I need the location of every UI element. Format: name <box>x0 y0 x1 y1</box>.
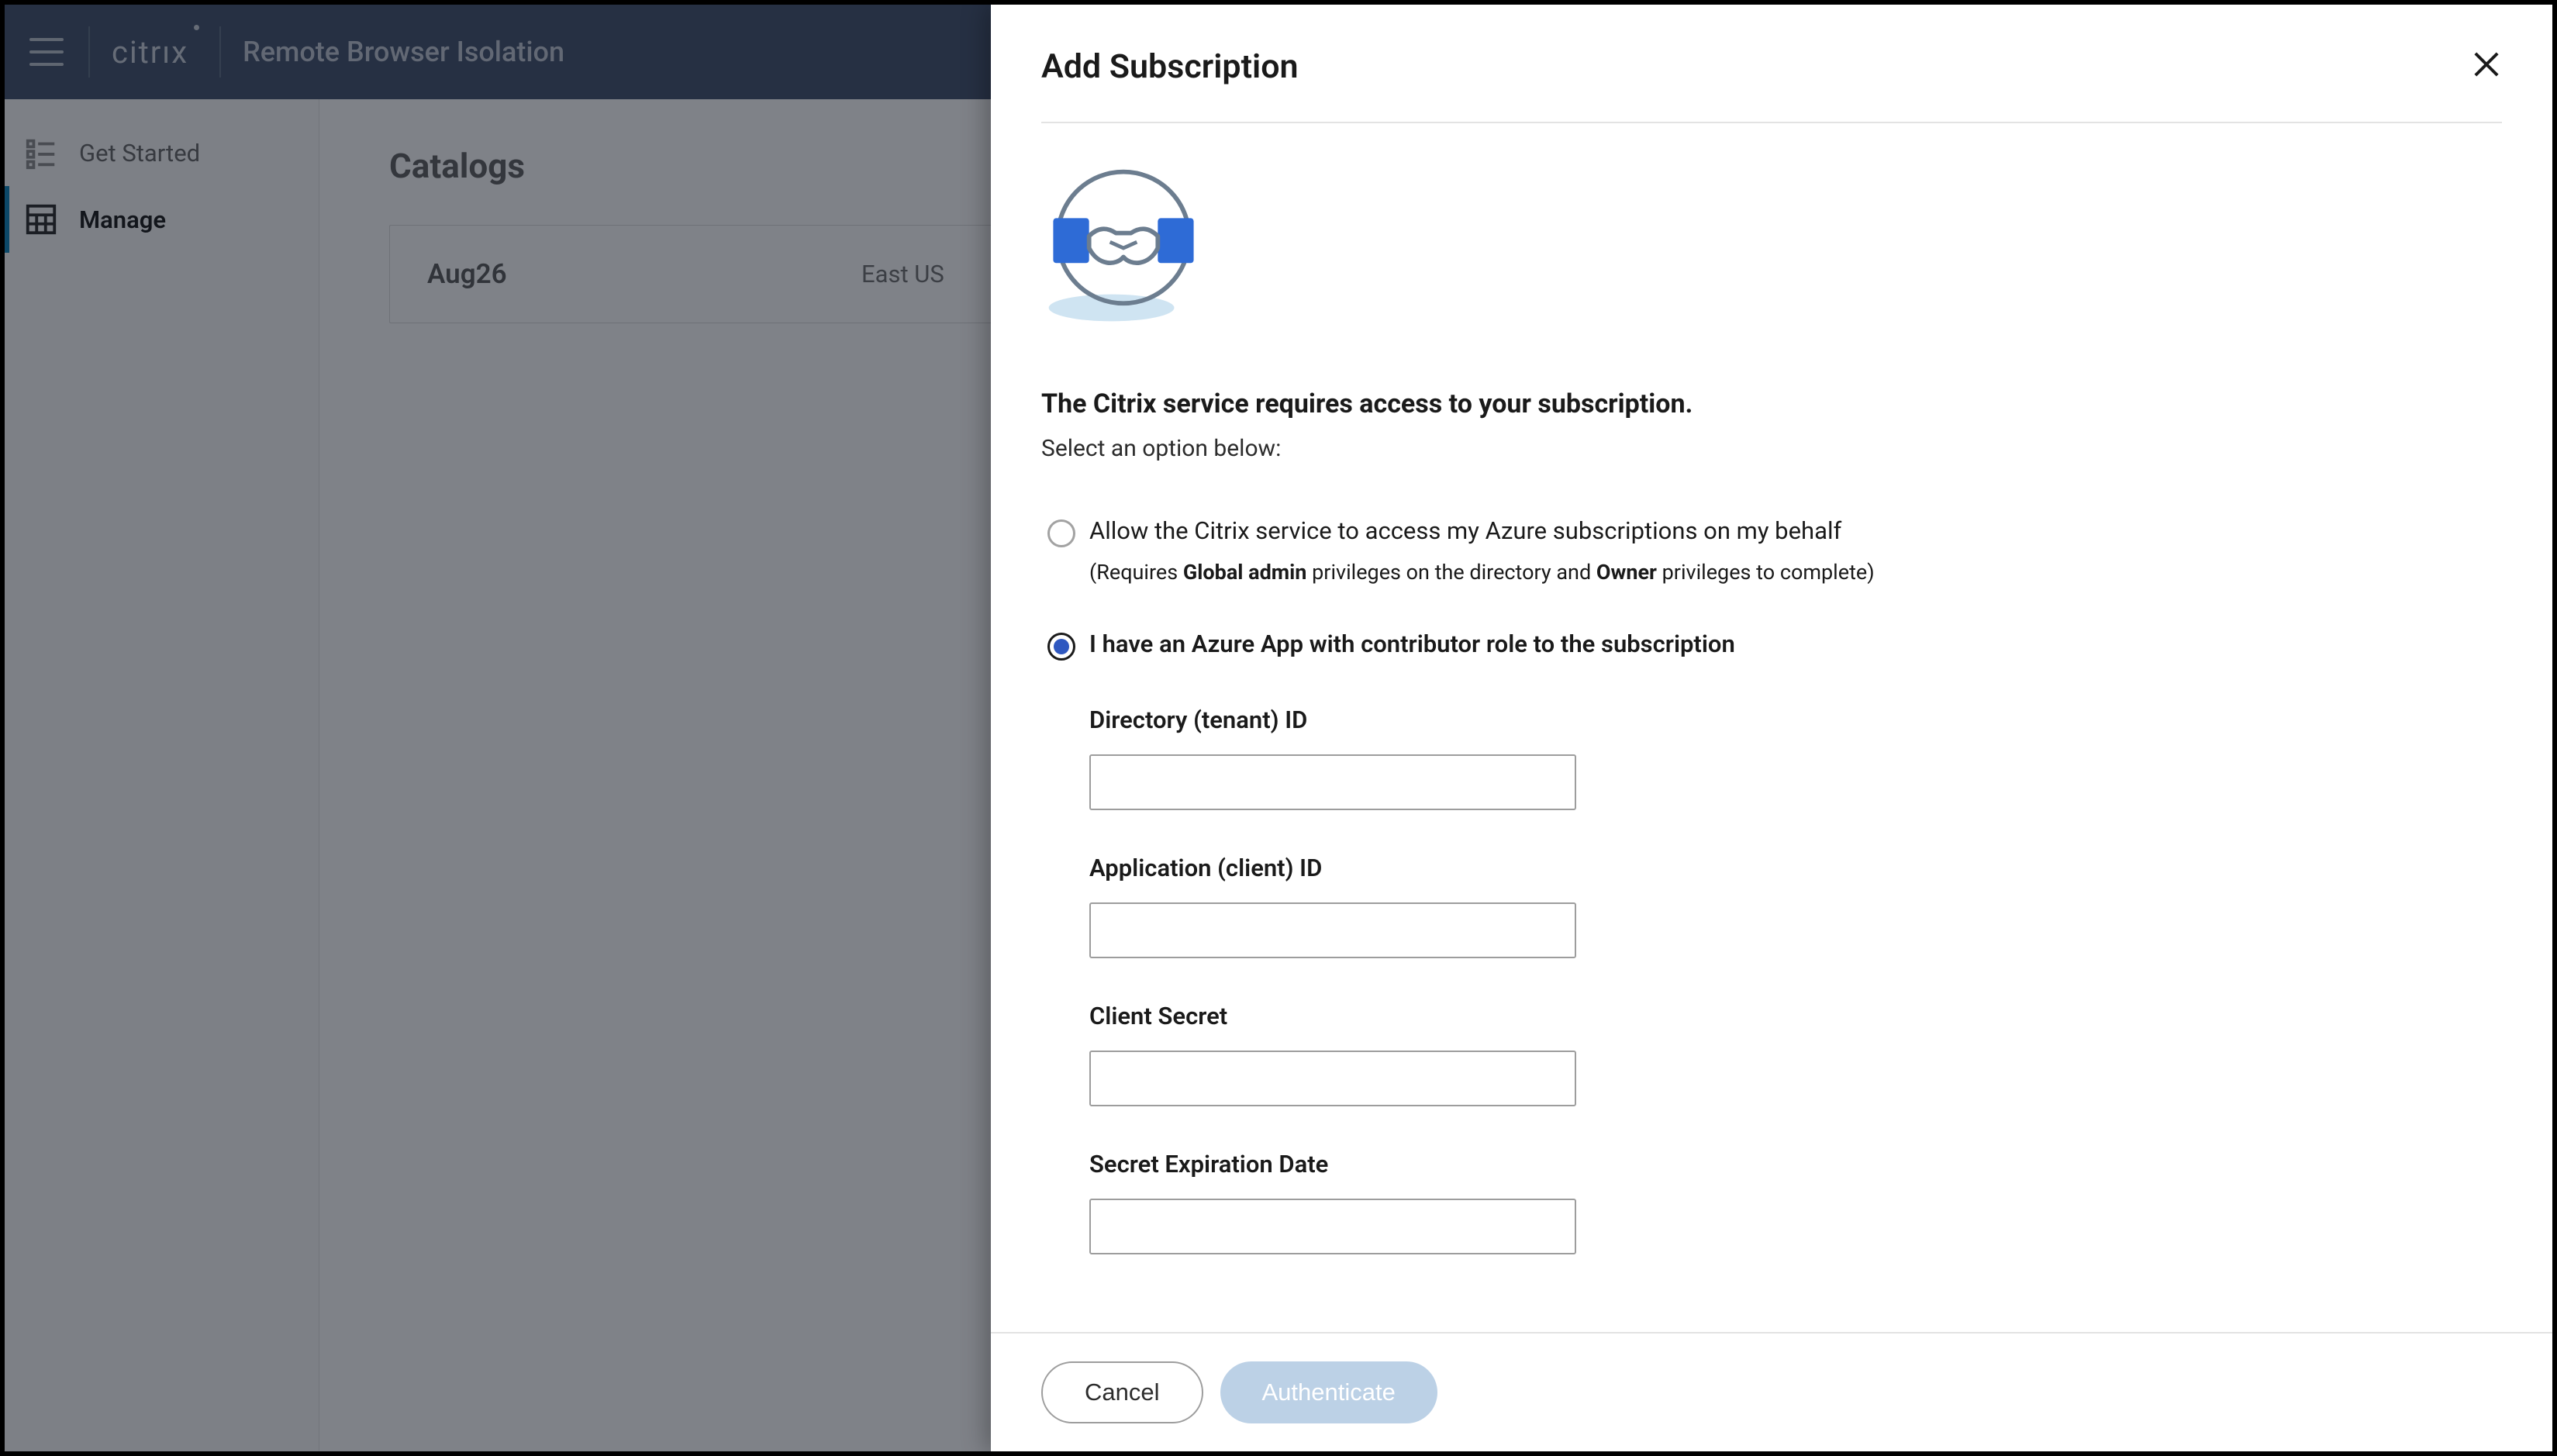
radio-note: (Requires Global admin privileges on the… <box>1089 560 2502 585</box>
client-id-label: Application (client) ID <box>1089 854 2502 882</box>
handshake-icon <box>1041 167 1206 326</box>
radio-allow-citrix[interactable]: Allow the Citrix service to access my Az… <box>1047 516 2502 547</box>
cancel-button[interactable]: Cancel <box>1041 1361 1203 1423</box>
authenticate-button[interactable]: Authenticate <box>1220 1361 1437 1423</box>
client-secret-input[interactable] <box>1089 1051 1576 1106</box>
secret-expiry-label: Secret Expiration Date <box>1089 1150 2502 1178</box>
client-id-input[interactable] <box>1089 902 1576 958</box>
tenant-id-input[interactable] <box>1089 754 1576 810</box>
modal-title: Add Subscription <box>1041 47 1299 86</box>
modal-subline: Select an option below: <box>1041 435 2502 462</box>
add-subscription-modal: Add Subscription The Citrix service requ… <box>991 5 2552 1451</box>
secret-expiry-input[interactable] <box>1089 1199 1576 1254</box>
tenant-id-label: Directory (tenant) ID <box>1089 706 2502 734</box>
radio-azure-app[interactable]: I have an Azure App with contributor rol… <box>1047 630 2502 661</box>
client-secret-label: Client Secret <box>1089 1002 2502 1030</box>
close-icon[interactable] <box>2471 47 2502 78</box>
radio-icon-checked <box>1047 633 1075 661</box>
radio-label: Allow the Citrix service to access my Az… <box>1089 516 1841 545</box>
modal-headline: The Citrix service requires access to yo… <box>1041 388 2502 419</box>
radio-label: I have an Azure App with contributor rol… <box>1089 630 1735 658</box>
radio-icon-unchecked <box>1047 519 1075 547</box>
